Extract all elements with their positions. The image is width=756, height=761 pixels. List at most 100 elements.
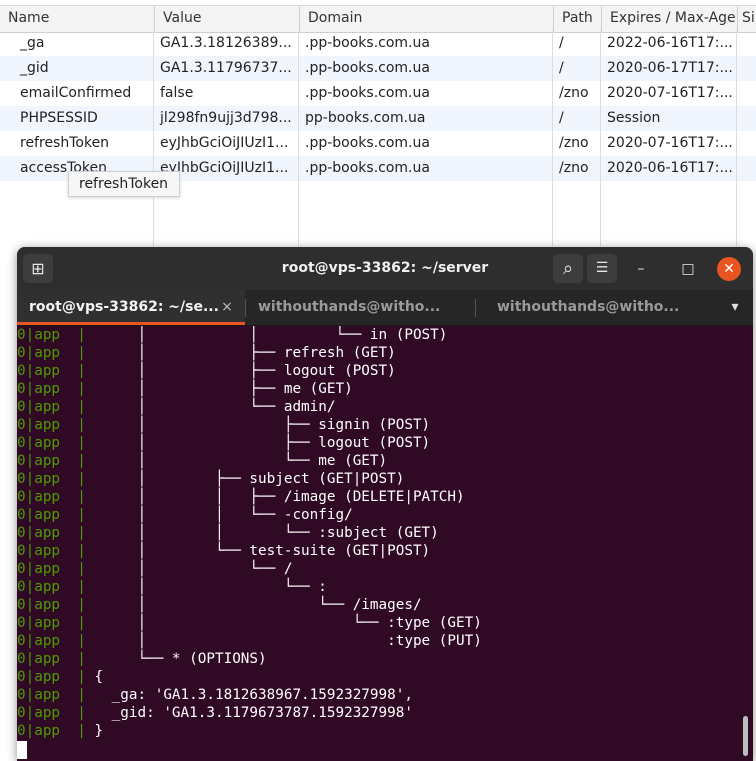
line-text: │ └── test-suite (GET|POST) bbox=[94, 543, 431, 559]
column-divider bbox=[600, 31, 601, 246]
cookie-expires: 2020-06-16T17:... bbox=[607, 160, 733, 176]
line-text: { bbox=[94, 669, 104, 685]
cookie-value: GA1.3.11796737... bbox=[160, 60, 292, 76]
table-row[interactable]: refreshToken eyJhbGciOiJIUzI1... .pp-boo… bbox=[0, 131, 756, 156]
process-prefix: 0|app | bbox=[17, 525, 95, 541]
line-text: } bbox=[94, 723, 104, 739]
line-text: │ ├── refresh (GET) bbox=[94, 345, 396, 361]
close-window-button[interactable]: ✕ bbox=[717, 257, 741, 281]
terminal-output[interactable]: 0|app | │ │ └── in (POST) 0|app | │ ├── r… bbox=[17, 326, 753, 761]
cookie-path: / bbox=[559, 35, 564, 51]
cookie-domain: .pp-books.com.ua bbox=[305, 85, 430, 101]
cookie-name: _ga bbox=[20, 35, 45, 51]
cookie-path: / bbox=[559, 110, 564, 126]
terminal-line: 0|app | │ :type (PUT) bbox=[17, 632, 482, 650]
cookie-path: /zno bbox=[559, 135, 589, 151]
terminal-tab-bar: root@vps-33862: ~/se... × withouthands@w… bbox=[17, 290, 753, 326]
line-text: │ └── me (GET) bbox=[94, 453, 388, 469]
line-text: │ └── : bbox=[94, 579, 327, 595]
process-prefix: 0|app | bbox=[17, 615, 95, 631]
cookie-expires: 2020-06-17T17:... bbox=[607, 60, 733, 76]
terminal-line: 0|app | │ ├── logout (POST) bbox=[17, 362, 396, 380]
cookie-path: / bbox=[559, 60, 564, 76]
process-prefix: 0|app | bbox=[17, 363, 95, 379]
process-prefix: 0|app | bbox=[17, 561, 95, 577]
column-header-value[interactable]: Value bbox=[154, 6, 299, 32]
cookie-value: jl298fn9ujj3d798... bbox=[160, 110, 292, 126]
process-prefix: 0|app | bbox=[17, 399, 95, 415]
process-prefix: 0|app | bbox=[17, 345, 95, 361]
column-header-name[interactable]: Name bbox=[0, 6, 154, 32]
process-prefix: 0|app | bbox=[17, 435, 95, 451]
terminal-tab-1[interactable]: root@vps-33862: ~/se... × bbox=[17, 290, 245, 325]
tab-dropdown-icon[interactable]: ▾ bbox=[723, 290, 747, 324]
column-header-path[interactable]: Path bbox=[553, 6, 601, 32]
tab-label: withouthands@witho... bbox=[497, 299, 680, 315]
column-header-expires[interactable]: Expires / Max-Age bbox=[601, 6, 737, 32]
line-text: │ ├── me (GET) bbox=[94, 381, 353, 397]
cookie-name: _gid bbox=[20, 60, 49, 76]
tab-close-icon[interactable]: × bbox=[217, 290, 237, 324]
minimize-button[interactable]: – bbox=[629, 257, 653, 281]
maximize-icon: □ bbox=[681, 261, 695, 277]
table-row[interactable]: emailConfirmed false .pp-books.com.ua /z… bbox=[0, 81, 756, 106]
line-text: _gid: 'GA1.3.1179673787.1592327998' bbox=[94, 705, 413, 721]
tab-label: root@vps-33862: ~/se... bbox=[29, 299, 219, 315]
terminal-tab-3[interactable]: withouthands@witho... bbox=[485, 290, 713, 325]
terminal-line: 0|app | │ │ └── in (POST) bbox=[17, 326, 447, 344]
cookie-name: refreshToken bbox=[20, 135, 110, 151]
terminal-line: 0|app | │ ├── subject (GET|POST) bbox=[17, 470, 404, 488]
terminal-line: 0|app | │ └── admin/ bbox=[17, 398, 335, 416]
terminal-line: 0|app | │ ├── logout (POST) bbox=[17, 434, 430, 452]
terminal-line: 0|app | │ ├── refresh (GET) bbox=[17, 344, 396, 362]
cookie-rows: _ga GA1.3.18126389... .pp-books.com.ua /… bbox=[0, 31, 756, 181]
terminal-line: 0|app | │ └── :type (GET) bbox=[17, 614, 482, 632]
process-prefix: 0|app | bbox=[17, 651, 95, 667]
terminal-scrollbar[interactable] bbox=[743, 716, 748, 756]
terminal-line: 0|app | │ │ └── -config/ bbox=[17, 506, 353, 524]
process-prefix: 0|app | bbox=[17, 687, 95, 703]
process-prefix: 0|app | bbox=[17, 597, 95, 613]
line-text: │ │ └── :subject (GET) bbox=[94, 525, 439, 541]
cookie-domain: .pp-books.com.ua bbox=[305, 135, 430, 151]
terminal-tab-2[interactable]: withouthands@witho... bbox=[246, 290, 475, 325]
process-prefix: 0|app | bbox=[17, 417, 95, 433]
cookie-domain: pp-books.com.ua bbox=[305, 110, 426, 126]
column-divider bbox=[552, 31, 553, 246]
table-row[interactable]: _gid GA1.3.11796737... .pp-books.com.ua … bbox=[0, 56, 756, 81]
maximize-button[interactable]: □ bbox=[676, 257, 700, 281]
cookie-expires: 2022-06-16T17:... bbox=[607, 35, 733, 51]
cookie-path: /zno bbox=[559, 85, 589, 101]
cookie-domain: .pp-books.com.ua bbox=[305, 35, 430, 51]
process-prefix: 0|app | bbox=[17, 489, 95, 505]
cookie-value: GA1.3.18126389... bbox=[160, 35, 292, 51]
column-header-domain[interactable]: Domain bbox=[299, 6, 553, 32]
line-text: _ga: 'GA1.3.1812638967.1592327998', bbox=[94, 687, 413, 703]
terminal-line: 0|app | _ga: 'GA1.3.1812638967.159232799… bbox=[17, 686, 413, 704]
terminal-line: 0|app | │ └── me (GET) bbox=[17, 452, 387, 470]
process-prefix: 0|app | bbox=[17, 327, 95, 343]
terminal-line: 0|app | } bbox=[17, 722, 103, 740]
process-prefix: 0|app | bbox=[17, 633, 95, 649]
process-prefix: 0|app | bbox=[17, 453, 95, 469]
cookie-expires: 2020-07-16T17:... bbox=[607, 85, 733, 101]
search-button[interactable]: ⌕ bbox=[553, 254, 583, 283]
table-row[interactable]: _ga GA1.3.18126389... .pp-books.com.ua /… bbox=[0, 31, 756, 56]
line-text: │ :type (PUT) bbox=[94, 633, 482, 649]
terminal-line: 0|app | │ └── /images/ bbox=[17, 596, 422, 614]
column-header-size[interactable]: Si bbox=[737, 6, 756, 32]
cookie-value: eyJhbGciOiJIUzI1... bbox=[160, 135, 289, 151]
cookie-expires: 2020-07-16T17:... bbox=[607, 135, 733, 151]
terminal-titlebar[interactable]: ⊞ root@vps-33862: ~/server ⌕ ☰ – □ ✕ bbox=[17, 247, 753, 290]
minimize-icon: – bbox=[637, 261, 645, 277]
line-text: │ │ ├── /image (DELETE|PATCH) bbox=[94, 489, 465, 505]
terminal-line: 0|app | └── * (OPTIONS) bbox=[17, 650, 267, 668]
table-row[interactable]: PHPSESSID jl298fn9ujj3d798... pp-books.c… bbox=[0, 106, 756, 131]
cookie-path: /zno bbox=[559, 160, 589, 176]
process-prefix: 0|app | bbox=[17, 471, 95, 487]
line-text: │ └── / bbox=[94, 561, 293, 577]
menu-button[interactable]: ☰ bbox=[587, 254, 617, 283]
cookie-value: false bbox=[160, 85, 194, 101]
terminal-line: 0|app | │ └── / bbox=[17, 560, 292, 578]
line-text: └── * (OPTIONS) bbox=[94, 651, 267, 667]
